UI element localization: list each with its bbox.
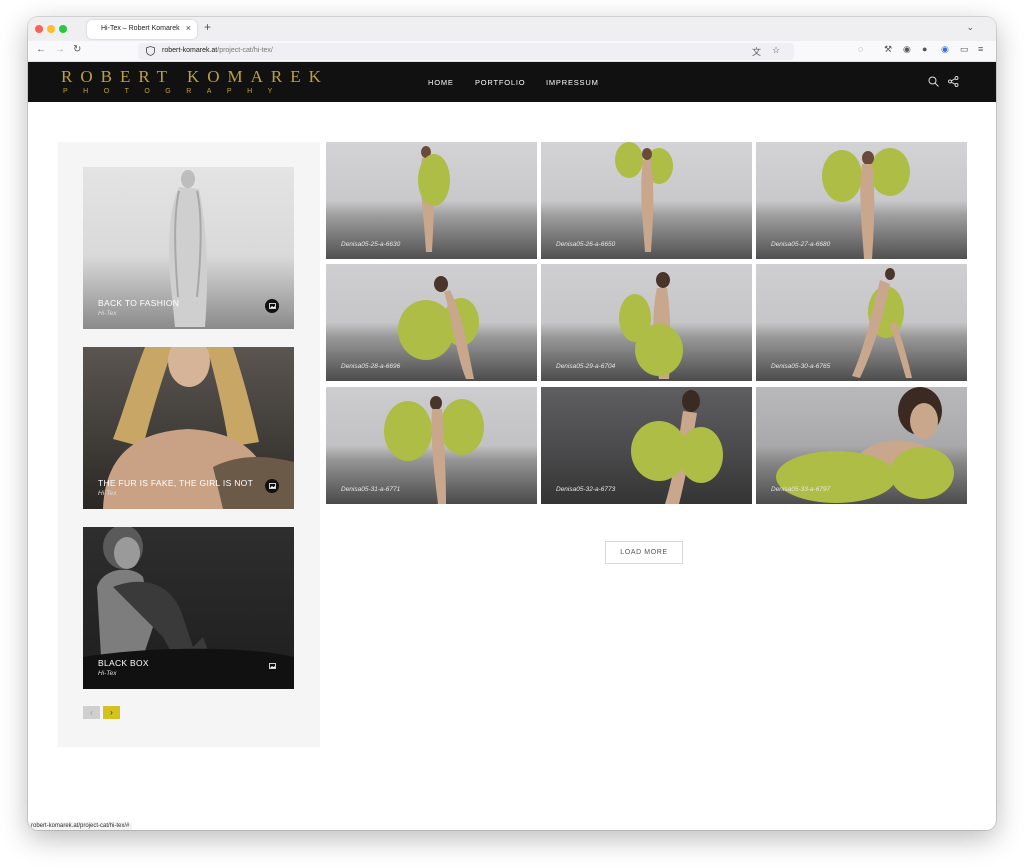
- gallery-item[interactable]: Denisa05-31-a-6771: [326, 387, 537, 504]
- load-more-button[interactable]: LOAD MORE: [605, 541, 683, 564]
- gallery-icon: [265, 299, 279, 313]
- gallery-item[interactable]: Denisa05-26-a-6650: [541, 142, 752, 259]
- puzzle-icon[interactable]: ▭: [960, 44, 969, 55]
- site-logo-subtitle: PHOTOGRAPHY: [63, 88, 288, 95]
- project-card-category: Hi-Tex: [98, 490, 117, 497]
- address-bar[interactable]: robert-komarek.at/project-cat/hi-tex/ 文 …: [138, 43, 794, 60]
- project-card[interactable]: BACK TO FASHION Hi-Tex: [83, 167, 294, 329]
- url-path: /project-cat/hi-tex/: [217, 47, 273, 54]
- project-card-title: BLACK BOX: [98, 658, 149, 668]
- site-logo[interactable]: ROBERT KOMAREK: [61, 67, 329, 87]
- minimize-window-button[interactable]: [47, 25, 55, 33]
- url-domain: robert-komarek.at: [162, 47, 218, 54]
- gallery-item-label: Denisa05-25-a-6630: [341, 241, 401, 248]
- share-icon[interactable]: [948, 76, 959, 87]
- page-content: BACK TO FASHION Hi-Tex THE FUR IS FAKE, …: [28, 102, 996, 814]
- shield-icon: [146, 46, 155, 56]
- gallery-item-label: Denisa05-33-a-6797: [771, 486, 831, 493]
- gallery-item[interactable]: Denisa05-28-a-6696: [326, 264, 537, 381]
- pager-next-button[interactable]: ›: [103, 706, 120, 719]
- gallery-item[interactable]: Denisa05-30-a-6765: [756, 264, 967, 381]
- related-projects-sidebar: BACK TO FASHION Hi-Tex THE FUR IS FAKE, …: [58, 142, 320, 747]
- chevron-down-icon[interactable]: ⌄: [966, 22, 974, 33]
- tab-title: Hi-Tex – Robert Komarek: [101, 25, 180, 32]
- gallery-icon: [265, 479, 279, 493]
- browser-tab[interactable]: Hi-Tex – Robert Komarek ×: [87, 20, 197, 39]
- tab-bar: Hi-Tex – Robert Komarek × + ⌄: [28, 17, 996, 41]
- translate-icon[interactable]: 文: [752, 45, 761, 58]
- gallery-item-label: Denisa05-31-a-6771: [341, 486, 401, 493]
- nav-home[interactable]: HOME: [428, 78, 454, 87]
- gallery-icon: [265, 659, 279, 673]
- gallery-item[interactable]: Denisa05-27-a-6680: [756, 142, 967, 259]
- gallery-item-label: Denisa05-26-a-6650: [556, 241, 616, 248]
- close-window-button[interactable]: [35, 25, 43, 33]
- wrench-icon[interactable]: ⚒: [884, 44, 892, 55]
- password-manager-icon[interactable]: ◉: [941, 44, 949, 55]
- gallery-item[interactable]: Denisa05-33-a-6797: [756, 387, 967, 504]
- reload-icon[interactable]: ↻: [73, 44, 81, 55]
- gallery-item-label: Denisa05-32-a-6773: [556, 486, 616, 493]
- search-icon[interactable]: [928, 76, 939, 87]
- sync-icon[interactable]: ◌: [858, 44, 863, 54]
- status-bar-url: robert-komarek.at/project-cat/hi-tex/#: [28, 822, 133, 830]
- project-card-category: Hi-Tex: [98, 670, 117, 677]
- url-text: robert-komarek.at/project-cat/hi-tex/: [162, 47, 273, 54]
- extension-icon[interactable]: ●: [922, 44, 927, 54]
- gallery-item-label: Denisa05-28-a-6696: [341, 363, 401, 370]
- project-card-category: Hi-Tex: [98, 310, 117, 317]
- hamburger-menu-icon[interactable]: ≡: [978, 44, 983, 54]
- gallery-item[interactable]: Denisa05-32-a-6773: [541, 387, 752, 504]
- nav-portfolio[interactable]: PORTFOLIO: [475, 78, 525, 87]
- site-header: ROBERT KOMAREK PHOTOGRAPHY HOME PORTFOLI…: [28, 62, 996, 102]
- gallery-item-label: Denisa05-29-a-6704: [556, 363, 616, 370]
- browser-window: Hi-Tex – Robert Komarek × + ⌄ ← → ↻ robe…: [28, 17, 996, 830]
- browser-toolbar: ← → ↻ robert-komarek.at/project-cat/hi-t…: [28, 41, 996, 62]
- project-card-title: THE FUR IS FAKE, THE GIRL IS NOT: [98, 478, 254, 488]
- nav-impressum[interactable]: IMPRESSUM: [546, 78, 599, 87]
- gallery-item-label: Denisa05-30-a-6765: [771, 363, 831, 370]
- new-tab-button[interactable]: +: [204, 20, 211, 34]
- bookmark-star-icon[interactable]: ☆: [772, 45, 780, 56]
- project-card[interactable]: THE FUR IS FAKE, THE GIRL IS NOT Hi-Tex: [83, 347, 294, 509]
- forward-icon[interactable]: →: [55, 44, 65, 55]
- zoom-window-button[interactable]: [59, 25, 67, 33]
- gallery-item-label: Denisa05-27-a-6680: [771, 241, 831, 248]
- project-card[interactable]: BLACK BOX Hi-Tex: [83, 527, 294, 689]
- gallery-item[interactable]: Denisa05-29-a-6704: [541, 264, 752, 381]
- gallery-item[interactable]: Denisa05-25-a-6630: [326, 142, 537, 259]
- project-card-title: BACK TO FASHION: [98, 298, 180, 308]
- back-icon[interactable]: ←: [36, 44, 46, 55]
- pager-prev-button[interactable]: ‹: [83, 706, 100, 719]
- account-icon[interactable]: ◉: [903, 44, 911, 55]
- tab-close-icon[interactable]: ×: [186, 23, 191, 33]
